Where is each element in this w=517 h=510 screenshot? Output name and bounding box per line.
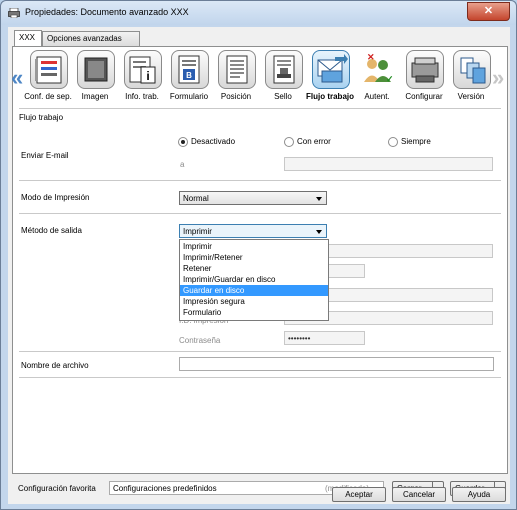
radio-email-off-label[interactable]: Desactivado: [191, 137, 235, 146]
authentication-icon: ✕ ✓: [364, 52, 394, 84]
separator-settings-icon: [35, 56, 62, 84]
svg-text:✕: ✕: [367, 52, 375, 62]
email-label: Enviar E-mail: [21, 151, 69, 160]
printer-icon: [8, 8, 20, 18]
radio-email-off[interactable]: [178, 137, 188, 147]
version-icon: [460, 57, 486, 84]
cancel-button[interactable]: Cancelar: [392, 487, 446, 502]
title-bar[interactable]: Propiedades: Documento avanzado XXX ✕: [1, 1, 516, 25]
option-print[interactable]: Imprimir: [180, 241, 328, 252]
filename-input[interactable]: [179, 357, 494, 371]
dialog-body: XXX Opciones avanzadas « » Conf. de sep.…: [8, 27, 510, 504]
radio-email-error-label[interactable]: Con error: [297, 137, 331, 146]
job-info-icon: i: [129, 56, 156, 84]
option-secure-print[interactable]: Impresión segura: [180, 296, 328, 307]
chevron-down-icon: [316, 230, 322, 234]
filename-label: Nombre de archivo: [21, 361, 89, 370]
stamp-icon: [273, 55, 295, 84]
tab-panel: « » Conf. de sep. Imagen i Info. trab. B…: [11, 46, 508, 474]
radio-email-error[interactable]: [284, 137, 294, 147]
workflow-icon: [317, 54, 348, 83]
output-method-select[interactable]: Imprimir: [179, 224, 327, 238]
email-to-label: a: [180, 160, 185, 169]
tab-xxx[interactable]: XXX: [14, 30, 42, 47]
svg-text:B: B: [186, 71, 192, 80]
function-toolbar: « » Conf. de sep. Imagen i Info. trab. B…: [11, 47, 507, 105]
divider: [19, 108, 501, 109]
configure-icon: [411, 57, 439, 83]
scroll-left-icon[interactable]: «: [11, 67, 23, 89]
svg-text:i: i: [146, 69, 149, 83]
window-title: Propiedades: Documento avanzado XXX: [25, 7, 189, 17]
tab-advanced-options[interactable]: Opciones avanzadas: [42, 31, 140, 46]
print-mode-select[interactable]: Normal: [179, 191, 327, 205]
section-title: Flujo trabajo: [19, 113, 64, 122]
password-field[interactable]: ••••••••: [284, 331, 365, 345]
divider: [19, 213, 501, 214]
option-hold[interactable]: Retener: [180, 263, 328, 274]
radio-email-always-label[interactable]: Siempre: [401, 137, 431, 146]
option-save-disk[interactable]: Guardar en disco: [180, 285, 328, 296]
divider: [19, 180, 501, 181]
option-print-hold[interactable]: Imprimir/Retener: [180, 252, 328, 263]
position-icon: [226, 55, 248, 84]
svg-text:✓: ✓: [386, 74, 394, 84]
tool-version[interactable]: Versión: [446, 50, 496, 105]
favorites-label: Configuración favorita: [18, 484, 96, 493]
form-icon: B: [178, 55, 200, 84]
option-print-save-disk[interactable]: Imprimir/Guardar en disco: [180, 274, 328, 285]
close-button[interactable]: ✕: [467, 2, 510, 21]
output-method-label: Método de salida: [21, 226, 82, 235]
radio-email-always[interactable]: [388, 137, 398, 147]
chevron-down-icon: [316, 197, 322, 201]
divider: [19, 377, 501, 378]
password-label: Contraseña: [179, 336, 221, 345]
output-method-dropdown: Imprimir Imprimir/Retener Retener Imprim…: [179, 239, 329, 321]
ok-button[interactable]: Aceptar: [332, 487, 386, 502]
print-mode-label: Modo de Impresión: [21, 193, 90, 202]
properties-window: Propiedades: Documento avanzado XXX ✕ XX…: [0, 0, 517, 510]
divider: [19, 351, 501, 352]
option-form[interactable]: Formulario: [180, 307, 328, 318]
close-icon: ✕: [483, 5, 494, 17]
help-button[interactable]: Ayuda: [452, 487, 506, 502]
image-icon: [84, 57, 108, 82]
email-to-field[interactable]: [284, 157, 493, 171]
